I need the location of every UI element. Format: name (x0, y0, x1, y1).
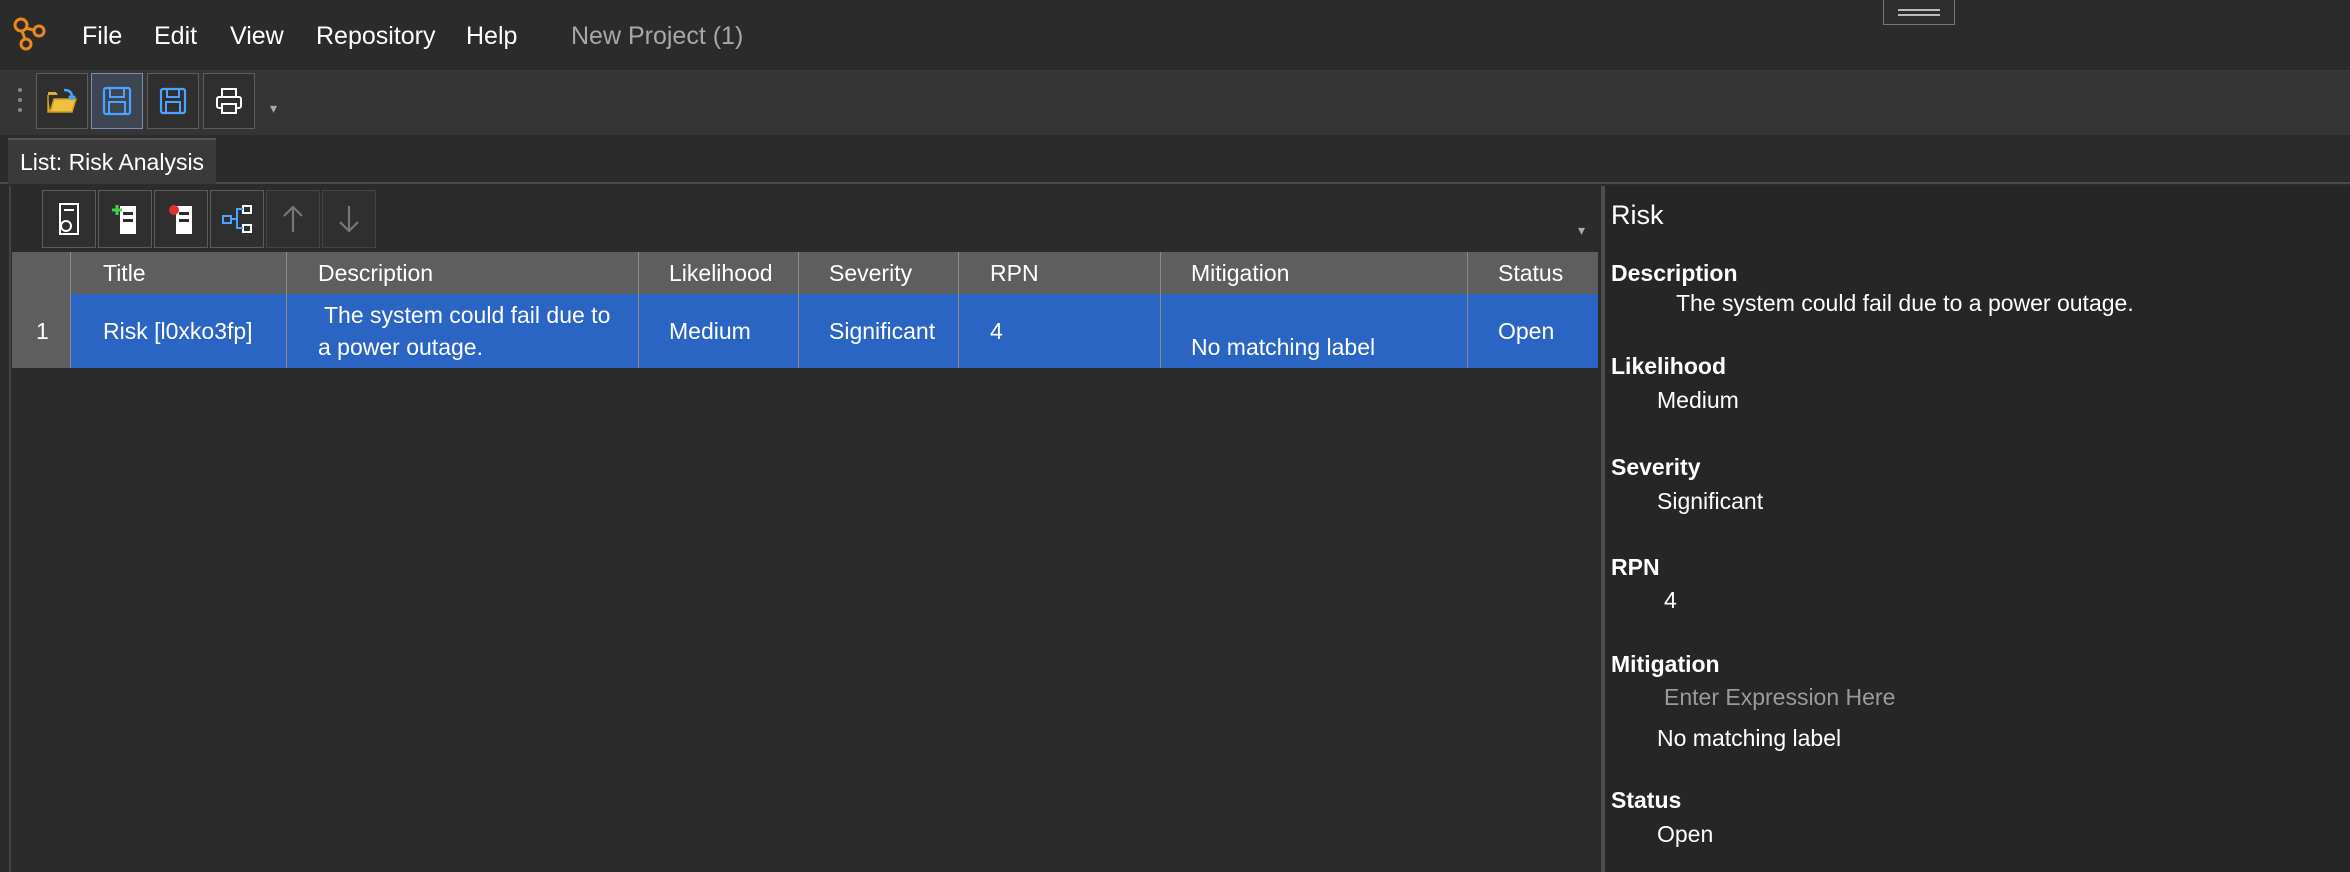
likelihood-value[interactable]: Medium (1657, 387, 1739, 414)
status-value[interactable]: Open (1657, 821, 1713, 848)
save-button[interactable] (91, 73, 143, 129)
column-divider[interactable] (798, 252, 799, 368)
print-button[interactable] (203, 73, 255, 129)
print-icon (216, 88, 242, 114)
likelihood-label: Likelihood (1611, 353, 1726, 379)
arrow-down-icon (339, 206, 359, 233)
toolbar-overflow-icon[interactable]: ▾ (270, 100, 277, 117)
properties-panel (1605, 186, 2350, 872)
cell-status[interactable]: Open (1498, 318, 1554, 345)
arrow-up-icon (283, 205, 303, 232)
menu-file[interactable]: File (82, 22, 122, 51)
grid-header (12, 252, 1598, 294)
cell-description-line-2[interactable]: a power outage. (318, 334, 483, 361)
delete-item-button[interactable] (154, 190, 208, 248)
column-divider[interactable] (638, 252, 639, 368)
move-up-button[interactable] (266, 190, 320, 248)
save-as-button[interactable] (147, 73, 199, 129)
menu-help[interactable]: Help (466, 22, 517, 51)
status-label: Status (1611, 787, 1682, 813)
add-item-button[interactable] (98, 190, 152, 248)
hierarchy-button[interactable] (210, 190, 264, 248)
severity-label: Severity (1611, 454, 1701, 480)
description-value[interactable]: The system could fail due to a power out… (1676, 290, 2134, 317)
mitigation-expression-input[interactable]: Enter Expression Here (1664, 684, 1895, 711)
severity-value[interactable]: Significant (1657, 488, 1763, 515)
tab-risk-analysis[interactable]: List: Risk Analysis (8, 138, 217, 184)
cell-severity[interactable]: Significant (829, 318, 935, 345)
cell-mitigation[interactable]: No matching label (1191, 334, 1375, 361)
column-header-status[interactable]: Status (1498, 252, 1563, 294)
menu-view[interactable]: View (230, 22, 284, 51)
save-icon (102, 86, 132, 116)
column-divider[interactable] (286, 252, 287, 368)
row-number: 1 (36, 318, 49, 344)
mitigation-label: Mitigation (1611, 651, 1720, 677)
settings-document-icon (59, 203, 79, 235)
delete-item-icon (169, 205, 192, 234)
column-header-likelihood[interactable]: Likelihood (669, 252, 773, 294)
column-header-mitigation[interactable]: Mitigation (1191, 252, 1289, 294)
hierarchy-icon (222, 205, 252, 233)
column-divider[interactable] (1160, 252, 1161, 368)
column-header-title[interactable]: Title (103, 252, 146, 294)
cell-title[interactable]: Risk [l0xko3fp] (103, 318, 253, 345)
description-label: Description (1611, 260, 1738, 286)
column-header-description[interactable]: Description (318, 252, 433, 294)
toolbar-grip[interactable] (18, 88, 22, 120)
grid-settings-button[interactable] (42, 190, 96, 248)
cell-rpn[interactable]: 4 (990, 318, 1003, 345)
project-title: New Project (1) (571, 22, 744, 50)
column-divider[interactable] (1467, 252, 1468, 368)
menu-edit[interactable]: Edit (154, 22, 197, 51)
open-button[interactable] (36, 73, 88, 129)
rpn-label: RPN (1611, 554, 1660, 580)
column-divider[interactable] (958, 252, 959, 368)
add-item-icon (112, 205, 136, 234)
tab-strip (0, 135, 2350, 184)
column-divider[interactable] (70, 252, 71, 368)
open-folder-icon (47, 88, 78, 113)
column-header-severity[interactable]: Severity (829, 252, 912, 294)
column-header-rpn[interactable]: RPN (990, 252, 1039, 294)
move-down-button[interactable] (322, 190, 376, 248)
grid-overflow-icon[interactable]: ▾ (1578, 222, 1585, 239)
menu-repository[interactable]: Repository (316, 22, 436, 51)
cell-description-line-1[interactable]: The system could fail due to (324, 302, 610, 329)
save-as-icon (159, 87, 187, 115)
app-logo-icon (13, 17, 46, 51)
mitigation-value: No matching label (1657, 725, 1842, 751)
window-restore-handle[interactable] (1883, 0, 1955, 25)
main-toolbar (0, 71, 2350, 135)
cell-likelihood[interactable]: Medium (669, 318, 751, 345)
properties-title: Risk (1611, 200, 1664, 230)
rpn-value[interactable]: 4 (1664, 587, 1677, 614)
